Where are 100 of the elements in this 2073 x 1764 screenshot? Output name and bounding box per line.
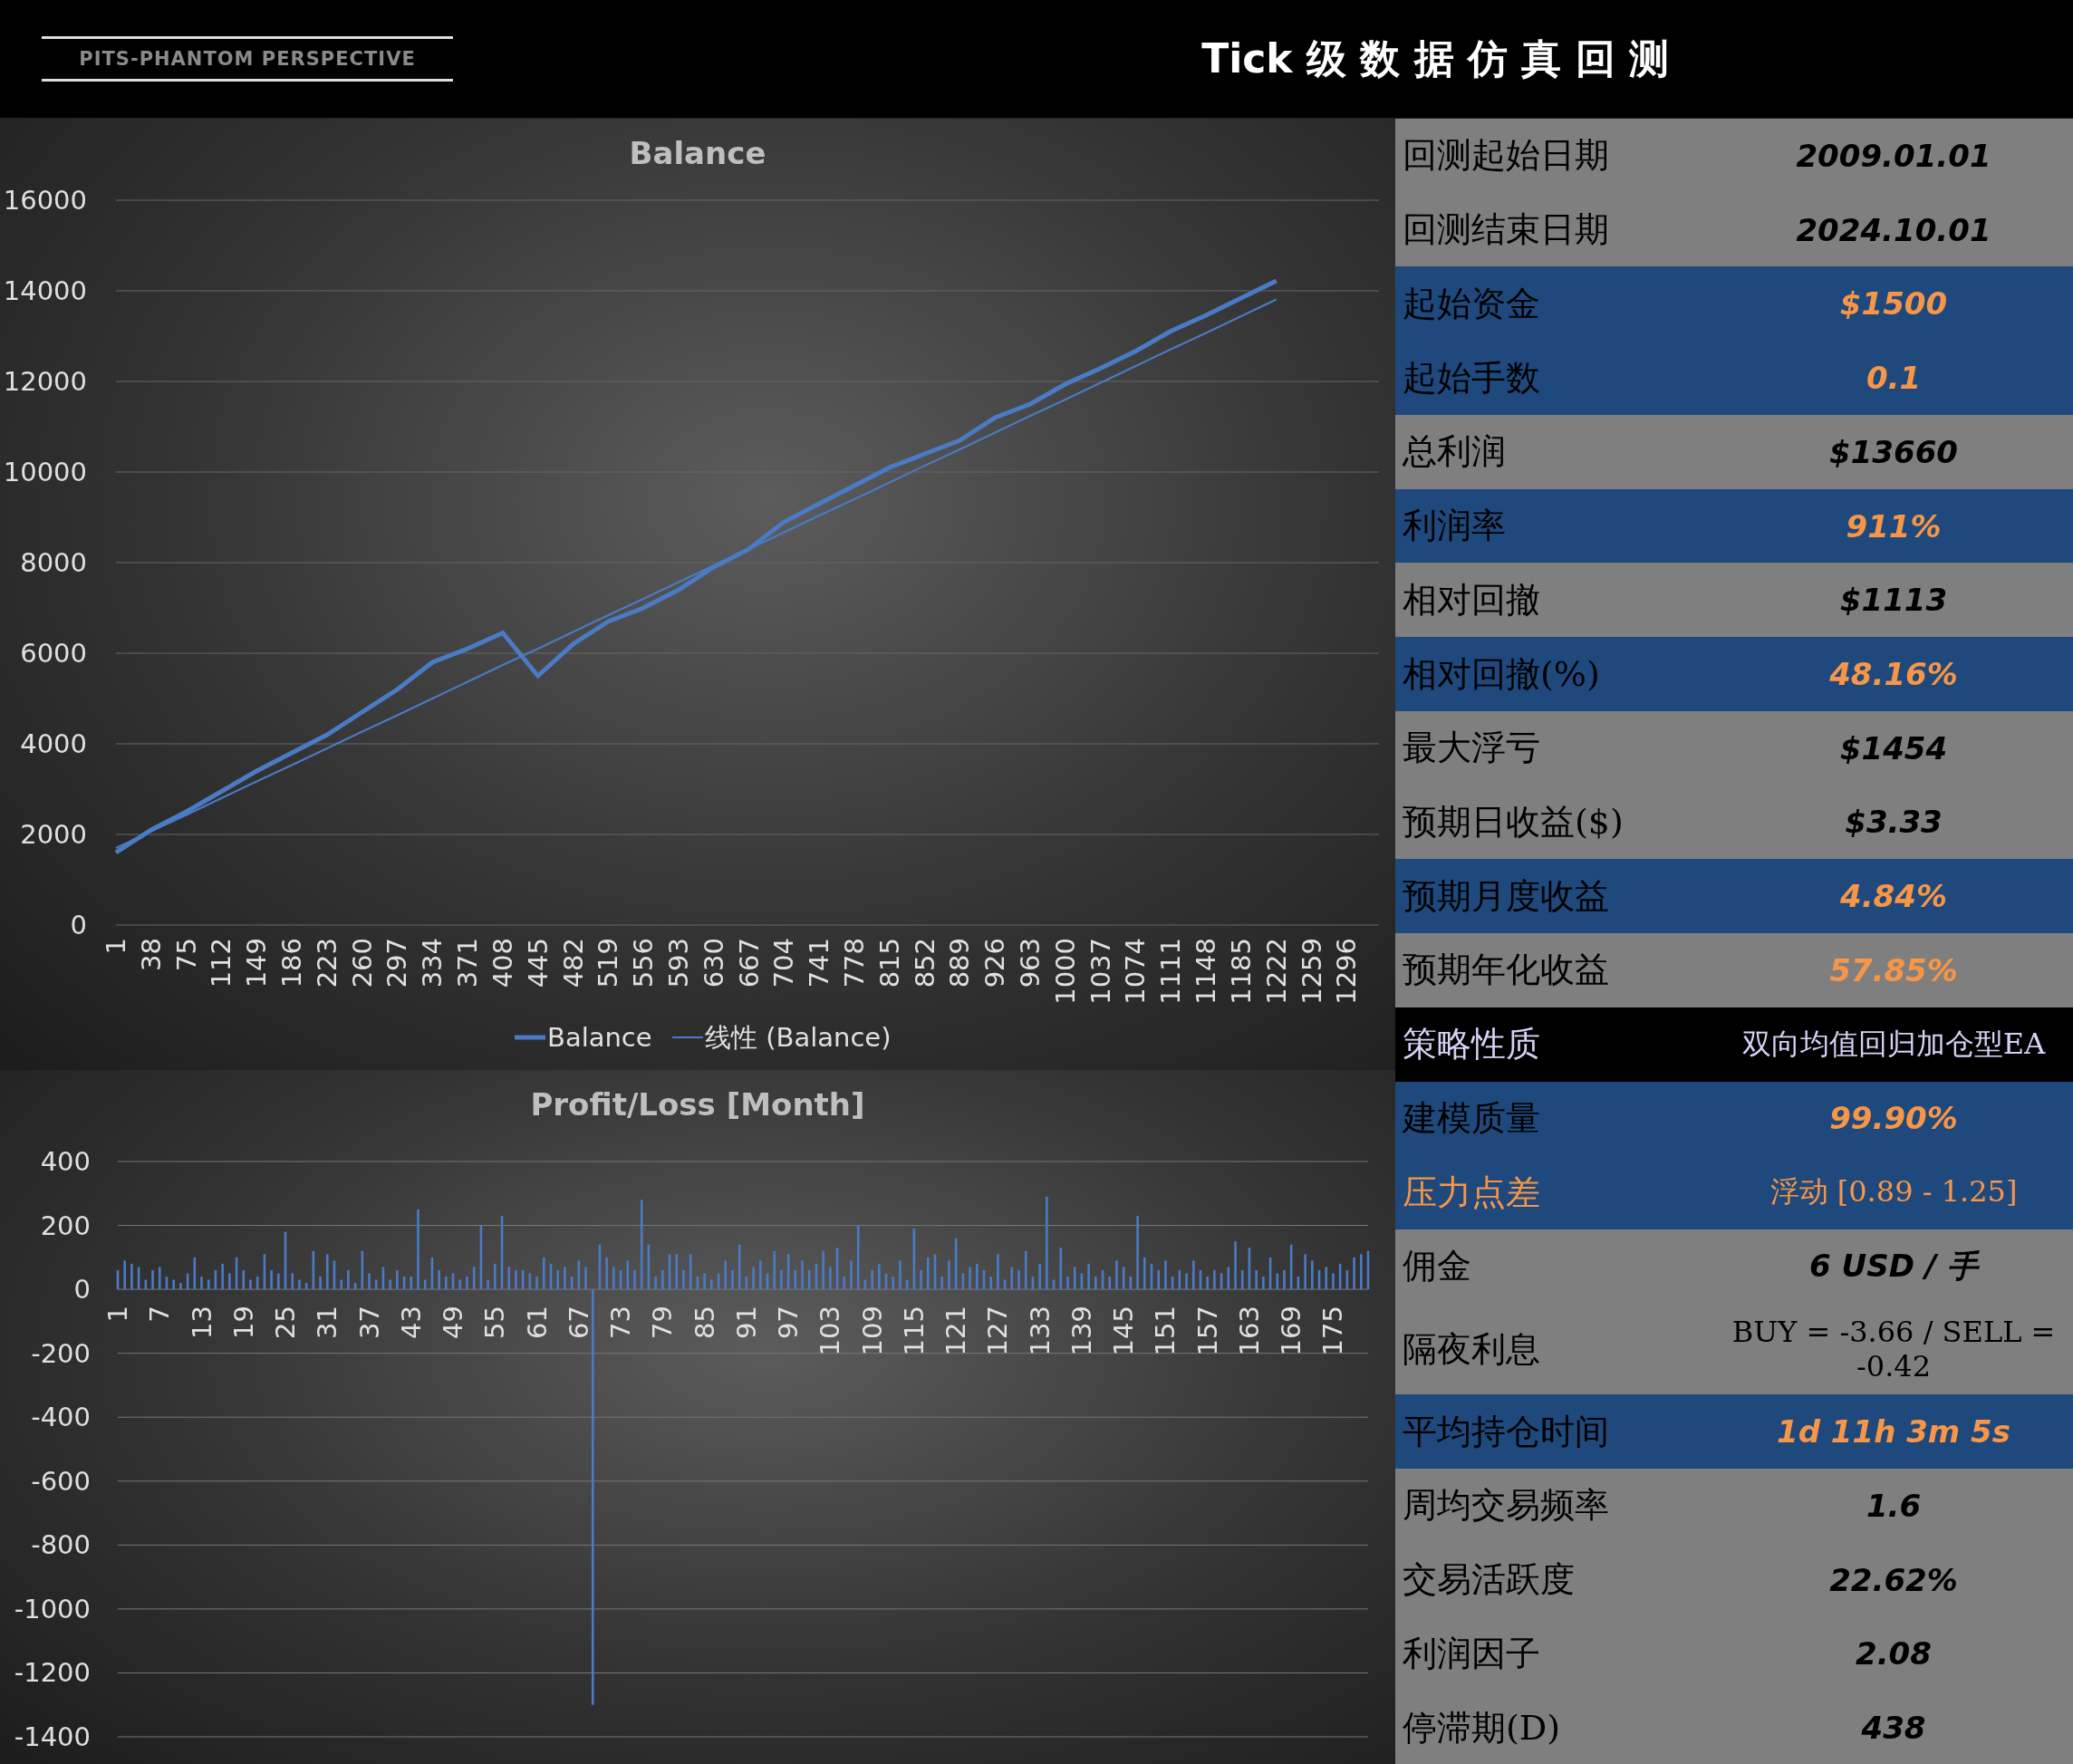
bar — [151, 1269, 154, 1290]
bar — [647, 1244, 651, 1290]
stat-label: 最大浮亏 — [1402, 727, 1541, 770]
bar — [954, 1238, 958, 1290]
bar — [270, 1269, 273, 1290]
bar — [200, 1277, 203, 1290]
bar — [892, 1277, 895, 1290]
stat-label: 预期日收益($) — [1402, 800, 1625, 843]
bar — [1003, 1279, 1007, 1290]
bar — [1059, 1248, 1063, 1290]
stat-value: 1d 11h 3m 5s — [1776, 1413, 2011, 1451]
bar — [1101, 1269, 1104, 1290]
bar — [521, 1269, 525, 1290]
axis-label: 963 — [1015, 938, 1046, 988]
bar — [137, 1267, 140, 1290]
axis-label: 12000 — [3, 366, 87, 397]
bar — [724, 1260, 728, 1290]
axis-label: 1000 — [1049, 938, 1081, 1005]
bar — [410, 1277, 413, 1290]
bar — [438, 1269, 440, 1290]
bar — [396, 1269, 399, 1290]
bar — [487, 1279, 489, 1290]
legend-line — [515, 1035, 545, 1040]
bar — [472, 1267, 476, 1290]
bar — [1248, 1248, 1251, 1290]
bar — [1171, 1277, 1174, 1290]
bar — [312, 1250, 315, 1290]
axis-label: 200 — [40, 1210, 91, 1241]
axis-label: 109 — [856, 1306, 888, 1356]
axis-label: -1200 — [14, 1657, 91, 1689]
axis-label: 115 — [898, 1306, 930, 1356]
bar — [1087, 1263, 1090, 1290]
axis-label: 1296 — [1331, 938, 1363, 1005]
bar — [626, 1260, 630, 1290]
bar — [856, 1225, 860, 1290]
stat-value: 99.90% — [1828, 1100, 1959, 1137]
bar — [445, 1277, 448, 1290]
bar — [997, 1254, 999, 1290]
bar — [515, 1269, 517, 1290]
bar — [1017, 1269, 1020, 1290]
bar — [193, 1257, 197, 1290]
axis-label: 371 — [452, 938, 484, 988]
axis-label: 157 — [1191, 1306, 1223, 1356]
bar — [948, 1260, 950, 1290]
axis-label: 1259 — [1296, 938, 1327, 1005]
bar — [619, 1269, 622, 1290]
bar — [374, 1279, 378, 1290]
axis-label: 13 — [186, 1306, 217, 1339]
axis-label: -600 — [31, 1465, 91, 1497]
bar — [1325, 1267, 1328, 1290]
bar — [430, 1257, 434, 1290]
stat-label: 相对回撤 — [1402, 578, 1541, 622]
bar — [1143, 1257, 1146, 1290]
bar — [1150, 1263, 1153, 1290]
axis-label: 741 — [804, 938, 835, 988]
bar — [179, 1283, 182, 1290]
bar — [1262, 1277, 1265, 1290]
bar — [899, 1260, 902, 1290]
stat-label: 预期月度收益 — [1402, 874, 1610, 918]
axis-label: 1 — [102, 1306, 133, 1323]
bar — [786, 1254, 790, 1290]
bar — [1206, 1277, 1209, 1290]
bar — [458, 1279, 462, 1290]
stat-label: 佣金 — [1402, 1245, 1472, 1288]
axis-label: 43 — [395, 1306, 427, 1339]
stat-label: 停滞期(D) — [1402, 1706, 1562, 1750]
bar — [1276, 1273, 1279, 1290]
bar — [284, 1231, 287, 1290]
stat-value: $13660 — [1828, 433, 1959, 470]
axis-label: 79 — [647, 1306, 679, 1339]
axis-label: 85 — [689, 1306, 720, 1339]
bar — [165, 1277, 169, 1290]
axis-label: 186 — [276, 938, 308, 988]
bar — [570, 1277, 574, 1290]
bar — [1010, 1267, 1014, 1290]
stat-value: $1500 — [1838, 285, 1949, 323]
stat-label: 预期年化收益 — [1402, 949, 1610, 992]
stat-value: $1113 — [1838, 582, 1949, 619]
axis-label: -1400 — [14, 1721, 91, 1752]
bar — [543, 1257, 545, 1290]
bar — [228, 1273, 231, 1290]
bar — [549, 1263, 553, 1290]
bar — [1080, 1273, 1084, 1290]
bar — [1304, 1254, 1306, 1290]
axis-label: 0 — [70, 910, 87, 940]
bar — [466, 1277, 468, 1290]
axis-label: 556 — [628, 938, 660, 988]
bar — [1283, 1269, 1286, 1290]
stat-value: BUY = -3.66 / SELL = -0.42 — [1731, 1315, 2057, 1383]
stat-value: 48.16% — [1828, 656, 1959, 692]
axis-label: -400 — [31, 1402, 91, 1433]
bar — [1234, 1241, 1237, 1290]
bar — [605, 1257, 608, 1290]
bar — [1191, 1260, 1195, 1290]
bar — [989, 1277, 992, 1290]
bar — [1220, 1273, 1223, 1290]
bar — [633, 1269, 636, 1290]
bar — [347, 1269, 350, 1290]
axis-label: 8000 — [20, 547, 87, 578]
bar — [361, 1250, 364, 1290]
